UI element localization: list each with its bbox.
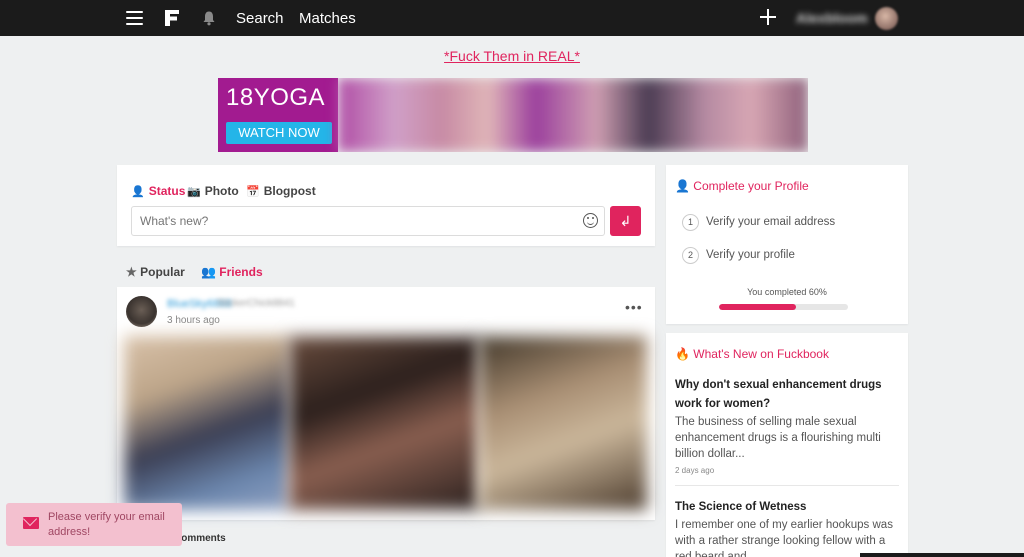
news-card-title-text: What's New on Fuckbook xyxy=(693,347,829,361)
step-number: 2 xyxy=(682,247,699,264)
toast-text: Please verify your email address! xyxy=(48,511,165,538)
emoji-icon[interactable] xyxy=(583,213,598,228)
step-number: 1 xyxy=(682,214,699,231)
news-body: I remember one of my earlier hookups was… xyxy=(675,519,893,557)
enter-icon: ↲ xyxy=(619,213,632,229)
progress-bar xyxy=(719,304,848,310)
post-photo[interactable] xyxy=(479,336,647,510)
tab-blogpost-label: Blogpost xyxy=(263,184,316,198)
step-label: Verify your profile xyxy=(706,249,795,261)
logo-icon[interactable] xyxy=(163,8,181,28)
flame-icon: 🔥 xyxy=(675,347,690,361)
tab-blogpost[interactable]: 📅 Blogpost xyxy=(246,184,316,198)
ad-banner[interactable]: 18YOGA WATCH NOW xyxy=(218,78,808,152)
step-verify-email[interactable]: 1 Verify your email address xyxy=(682,214,835,231)
step-label: Verify your email address xyxy=(706,216,836,228)
progress-label: You completed 60% xyxy=(747,287,827,297)
banner-brand-panel: 18YOGA WATCH NOW xyxy=(218,78,338,152)
profile-card-title: 👤 Complete your Profile xyxy=(675,179,809,193)
bell-icon[interactable] xyxy=(201,10,217,26)
verify-email-toast[interactable]: Please verify your email address! xyxy=(6,503,182,546)
post-photo[interactable] xyxy=(124,336,289,510)
username[interactable]: Alexbloom xyxy=(796,10,868,26)
divider xyxy=(675,485,899,486)
news-date: 2 days ago xyxy=(675,466,715,475)
news-card: 🔥 What's New on Fuckbook Why don't sexua… xyxy=(666,333,908,557)
complete-profile-card: 👤 Complete your Profile 1 Verify your ema… xyxy=(666,165,908,324)
nav-matches[interactable]: Matches xyxy=(299,10,356,27)
calendar-icon: 📅 xyxy=(246,186,260,198)
tab-popular[interactable]: ★ Popular xyxy=(126,265,185,279)
step-verify-profile[interactable]: 2 Verify your profile xyxy=(682,247,795,264)
news-body: The business of selling male sexual enha… xyxy=(675,416,881,460)
camera-icon: 📷 xyxy=(187,186,201,198)
tab-popular-label: Popular xyxy=(140,265,185,279)
banner-brand: 18YOGA xyxy=(226,84,326,111)
news-item[interactable]: Why don't sexual enhancement drugs work … xyxy=(675,376,897,475)
post-avatar[interactable] xyxy=(126,296,157,327)
feed-post: BlueSky6868 StickerChick8841 3 hours ago… xyxy=(117,287,655,520)
banner-watch-button[interactable]: WATCH NOW xyxy=(226,122,332,144)
mail-icon xyxy=(23,517,39,529)
tab-friends-label: Friends xyxy=(219,265,263,279)
plus-icon[interactable] xyxy=(760,9,776,25)
star-icon: ★ xyxy=(126,265,137,279)
user-icon: 👤 xyxy=(131,186,145,198)
post-photo[interactable] xyxy=(289,336,479,510)
news-title[interactable]: Why don't sexual enhancement drugs work … xyxy=(675,376,897,414)
send-button[interactable]: ↲ xyxy=(610,206,641,236)
banner-image xyxy=(338,78,808,152)
post-time: 3 hours ago xyxy=(167,315,220,326)
tab-photo-label: Photo xyxy=(204,184,239,198)
tab-photo[interactable]: 📷 Photo xyxy=(187,184,239,198)
news-card-title: 🔥 What's New on Fuckbook xyxy=(675,347,829,361)
nav-search[interactable]: Search xyxy=(236,10,284,27)
users-icon: 👥 xyxy=(201,265,216,279)
user-check-icon: 👤 xyxy=(675,179,690,193)
chat-bar[interactable] xyxy=(860,553,1024,557)
news-title[interactable]: The Science of Wetness xyxy=(675,498,897,517)
news-item[interactable]: The Science of Wetness I remember one of… xyxy=(675,498,897,557)
promo-link[interactable]: *Fuck Them in REAL* xyxy=(0,48,1024,64)
post-composer: 👤Status 📷Photo 📅Blogpost ↲ xyxy=(117,165,655,246)
progress-fill xyxy=(719,304,797,310)
more-options-icon[interactable]: ••• xyxy=(625,299,643,315)
tab-status-label: Status xyxy=(148,184,186,198)
tab-friends[interactable]: 👥 Friends xyxy=(201,265,263,279)
menu-icon[interactable] xyxy=(126,11,143,25)
tab-status[interactable]: 👤 Status xyxy=(131,184,185,198)
status-input[interactable] xyxy=(131,206,605,236)
top-navbar: Search Matches Alexbloom xyxy=(0,0,1024,36)
profile-card-title-text: Complete your Profile xyxy=(693,179,809,193)
avatar[interactable] xyxy=(875,7,898,30)
post-subtitle: StickerChick8841 xyxy=(217,298,295,309)
